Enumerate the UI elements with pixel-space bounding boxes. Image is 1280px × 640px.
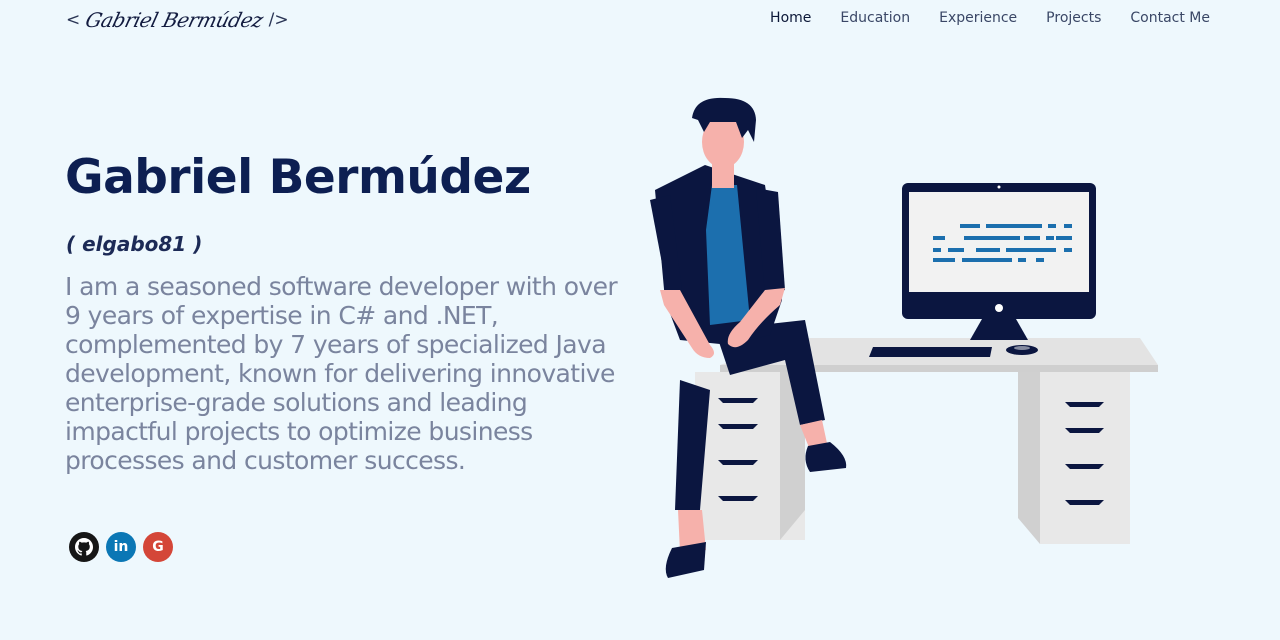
desk-edge	[720, 365, 1158, 372]
logo-close-bracket: />	[268, 10, 289, 30]
right-cabinet	[1040, 372, 1130, 544]
hero-name: Gabriel Bermúdez	[65, 150, 531, 205]
left-drawer-handle-2	[718, 424, 758, 429]
mouse-top	[1014, 346, 1030, 350]
logo-signature: Gabriel Bermúdez	[83, 8, 266, 32]
linkedin-icon: in	[113, 539, 129, 555]
right-drawer-handle-2	[1065, 428, 1104, 433]
navbar: < Gabriel Bermúdez /> Home Education Exp…	[0, 0, 1280, 40]
right-cabinet-shade	[1018, 372, 1040, 544]
right-drawer-handle-1	[1065, 402, 1104, 407]
monitor-camera	[997, 185, 1001, 189]
right-drawer-handle-3	[1065, 464, 1104, 469]
monitor-screen	[909, 192, 1089, 292]
google-icon: G	[152, 539, 164, 555]
left-drawer-handle-3	[718, 460, 758, 465]
nav-education[interactable]: Education	[840, 10, 910, 26]
left-drawer-handle-4	[718, 496, 758, 501]
github-icon	[75, 538, 93, 556]
hero-handle: ( elgabo81 )	[66, 232, 203, 256]
monitor-stand	[970, 319, 1028, 340]
monitor-power	[995, 304, 1003, 312]
nav-home[interactable]: Home	[770, 10, 811, 26]
linkedin-link[interactable]: in	[106, 532, 136, 562]
github-link[interactable]	[69, 532, 99, 562]
left-drawer-handle-1	[718, 398, 758, 403]
nav-experience[interactable]: Experience	[939, 10, 1017, 26]
nav-contact-me[interactable]: Contact Me	[1130, 10, 1210, 26]
developer-illustration	[650, 97, 1158, 578]
social-links: in G	[69, 532, 173, 562]
logo-open-bracket: <	[66, 10, 81, 30]
keyboard	[869, 347, 992, 357]
logo[interactable]: < Gabriel Bermúdez />	[66, 4, 289, 36]
right-drawer-handle-4	[1065, 500, 1104, 505]
nav-menu: Home Education Experience Projects Conta…	[770, 10, 1210, 26]
nav-projects[interactable]: Projects	[1046, 10, 1101, 26]
google-link[interactable]: G	[143, 532, 173, 562]
hero-bio: I am a seasoned software developer with …	[65, 272, 618, 475]
